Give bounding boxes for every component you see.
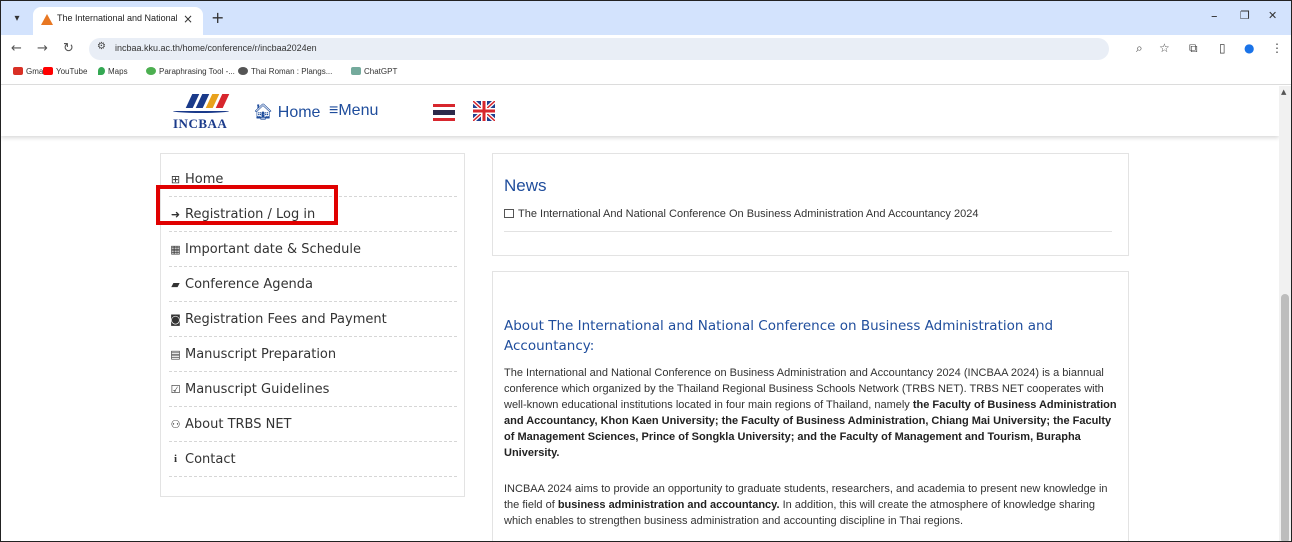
nav-menu-button[interactable]: ≡Menu xyxy=(329,102,378,120)
news-item-link[interactable]: The International And National Conferenc… xyxy=(504,208,978,220)
tab-active[interactable]: The International and National × xyxy=(33,7,203,35)
sidebar-item-label: Registration Fees and Payment xyxy=(185,312,387,327)
tab-title: The International and National xyxy=(57,13,177,23)
new-tab-button[interactable]: + xyxy=(211,10,224,26)
youtube-icon xyxy=(43,67,53,75)
bookmark-gmail[interactable]: Gmail xyxy=(13,67,47,76)
about-paragraph-1: The International and National Conferenc… xyxy=(504,365,1119,461)
forward-arrow-icon[interactable]: → xyxy=(37,41,48,56)
restore-button[interactable]: ❐ xyxy=(1240,9,1250,22)
browser-toolbar: ← → ↻ ⚙ incbaa.kku.ac.th/home/conference… xyxy=(1,35,1291,63)
sidebar-item-fees[interactable]: ◙ Registration Fees and Payment xyxy=(169,302,457,337)
book-icon: ▰ xyxy=(171,278,180,291)
site-info-icon[interactable]: ⚙ xyxy=(97,41,106,52)
sidebar-item-about-trbs[interactable]: ⚇ About TRBS NET xyxy=(169,407,457,442)
zoom-icon[interactable]: ⌕ xyxy=(1136,41,1143,56)
hamburger-icon: ≡ xyxy=(329,102,339,119)
url-text[interactable]: incbaa.kku.ac.th/home/conference/r/incba… xyxy=(115,43,317,53)
bookmark-label: Thai Roman : Plangs... xyxy=(251,67,333,76)
users-icon: ⚇ xyxy=(170,418,181,431)
bookmark-thai-roman[interactable]: Thai Roman : Plangs... xyxy=(238,67,332,76)
tab-search-icon[interactable]: ▾ xyxy=(9,11,25,27)
extensions-icon[interactable]: ⧉ xyxy=(1189,41,1198,56)
back-arrow-icon[interactable]: ← xyxy=(11,41,22,56)
globe-icon xyxy=(238,67,248,75)
incbaa-logo[interactable]: INCBAA xyxy=(171,94,231,132)
about-paragraph-2: INCBAA 2024 aims to provide an opportuni… xyxy=(504,481,1119,529)
calendar-icon: ▦ xyxy=(170,243,181,256)
sidebar-item-manuscript-guidelines[interactable]: ☑ Manuscript Guidelines xyxy=(169,372,457,407)
sidebar-item-agenda[interactable]: ▰ Conference Agenda xyxy=(169,267,457,302)
browser-window: ▾ The International and National × + – ❐… xyxy=(0,0,1292,542)
divider xyxy=(504,231,1112,232)
profile-avatar-icon[interactable]: ● xyxy=(1244,41,1254,55)
scroll-up-arrow-icon[interactable]: ▲ xyxy=(1281,88,1286,96)
tab-strip: ▾ The International and National × + – ❐… xyxy=(1,1,1291,35)
close-window-button[interactable]: ✕ xyxy=(1268,9,1277,22)
page-scrollbar[interactable]: ▲ xyxy=(1279,86,1291,541)
newspaper-icon xyxy=(504,209,514,218)
logo-stripes xyxy=(179,94,230,108)
sidebar-item-label: Manuscript Guidelines xyxy=(185,382,330,397)
sidebar-item-label: Important date & Schedule xyxy=(185,242,362,257)
bookmark-chatgpt[interactable]: ChatGPT xyxy=(351,67,397,76)
address-bar[interactable]: ⚙ incbaa.kku.ac.th/home/conference/r/inc… xyxy=(89,38,1109,60)
news-title: News xyxy=(504,176,547,195)
bookmark-maps[interactable]: Maps xyxy=(98,67,128,76)
uk-flag-icon[interactable] xyxy=(473,101,495,121)
sidebar-item-manuscript-preparation[interactable]: ▤ Manuscript Preparation xyxy=(169,337,457,372)
bookmarks-bar: Gmail YouTube Maps Paraphrasing Tool -..… xyxy=(1,63,1291,85)
maps-icon xyxy=(98,67,105,75)
nav-menu-label: Menu xyxy=(338,102,379,119)
reload-icon[interactable]: ↻ xyxy=(63,41,74,56)
paraphrasing-icon xyxy=(146,67,156,75)
bookmark-label: YouTube xyxy=(56,67,88,76)
logo-text: INCBAA xyxy=(173,116,228,131)
chatgpt-icon xyxy=(351,67,361,75)
bookmark-label: ChatGPT xyxy=(364,67,398,76)
bookmark-youtube[interactable]: YouTube xyxy=(43,67,87,76)
nav-home-label: Home xyxy=(277,104,321,121)
more-menu-icon[interactable]: ⋮ xyxy=(1271,41,1283,55)
news-panel: News The International And National Conf… xyxy=(492,153,1129,256)
about-title: About The International and National Con… xyxy=(504,318,1054,354)
about-panel: About The International and National Con… xyxy=(492,271,1129,541)
registration-highlight-box xyxy=(156,185,338,225)
site-header: INCBAA 🏠︎ Home ≡Menu xyxy=(1,86,1279,136)
page-viewport: INCBAA 🏠︎ Home ≡Menu ⊞ Home ➜ Registrati… xyxy=(1,86,1291,541)
nav-home-link[interactable]: 🏠︎ Home xyxy=(253,102,320,122)
bookmark-paraphrasing[interactable]: Paraphrasing Tool -... xyxy=(146,67,235,76)
info-icon: i xyxy=(173,453,178,465)
favicon-icon xyxy=(41,14,53,25)
news-item-text: The International And National Conferenc… xyxy=(518,208,979,220)
file-icon: ▤ xyxy=(170,348,181,361)
home-icon: 🏠︎ xyxy=(253,104,274,121)
about-p2-bold: business administration and accountancy. xyxy=(557,499,780,511)
sidebar-item-label: Manuscript Preparation xyxy=(185,347,337,362)
sidebar-item-label: Conference Agenda xyxy=(185,277,314,292)
logo-wave xyxy=(173,109,229,113)
sidebar-item-important-date[interactable]: ▦ Important date & Schedule xyxy=(169,232,457,267)
bookmark-star-icon[interactable]: ☆ xyxy=(1159,41,1170,55)
side-panel-icon[interactable]: ▯ xyxy=(1219,41,1226,55)
check-square-icon: ☑ xyxy=(170,383,181,396)
bookmark-label: Paraphrasing Tool -... xyxy=(159,67,235,76)
thai-flag-icon[interactable] xyxy=(433,104,455,121)
sidebar-item-label: Contact xyxy=(185,452,236,467)
money-icon: ◙ xyxy=(170,313,181,326)
minimize-button[interactable]: – xyxy=(1211,9,1218,24)
sidebar-item-contact[interactable]: i Contact xyxy=(169,442,457,477)
gmail-icon xyxy=(13,67,23,75)
tab-close-icon[interactable]: × xyxy=(183,12,193,26)
scrollbar-thumb[interactable] xyxy=(1281,294,1289,541)
bookmark-label: Maps xyxy=(108,67,128,76)
sidebar-item-label: About TRBS NET xyxy=(185,417,292,432)
